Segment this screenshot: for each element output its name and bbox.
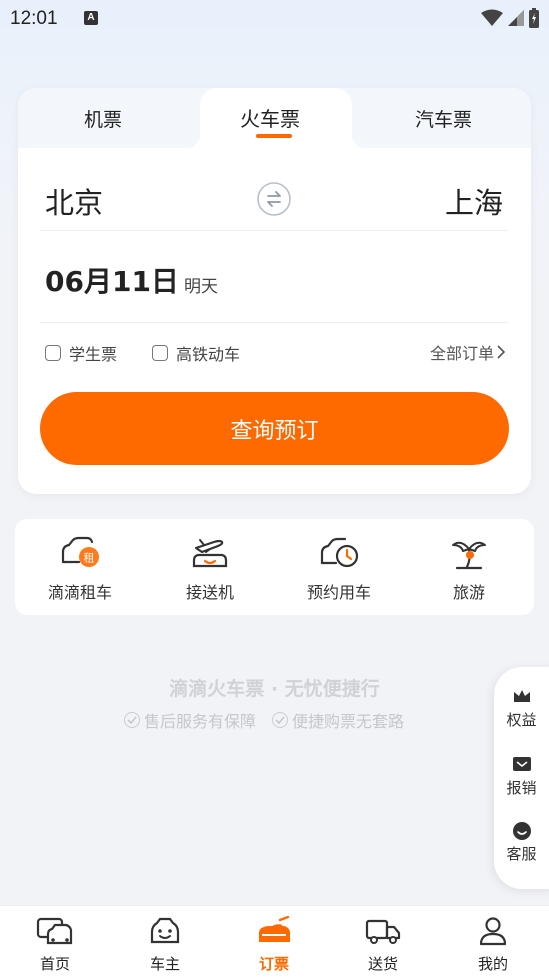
nav-label: 首页 <box>39 955 70 973</box>
benefits-button[interactable]: 权益 <box>494 687 549 730</box>
nav-delivery[interactable]: 送货 <box>343 914 423 974</box>
train-ticket-icon <box>259 916 290 942</box>
customer-service-label: 客服 <box>506 845 537 863</box>
slogan-title: 滴滴火车票 · 无忧便捷行 <box>169 678 380 700</box>
tab-flights[interactable]: 机票 <box>84 105 122 132</box>
date-hint: 明天 <box>184 277 218 297</box>
divider <box>40 322 508 323</box>
service-label: 接送机 <box>185 583 234 602</box>
service-car-rental[interactable]: 租 滴滴租车 <box>20 533 140 603</box>
crown-icon <box>513 690 530 702</box>
check-circle-icon <box>124 712 140 728</box>
bottom-navigation: 首页 车主 订票 送货 我的 <box>0 905 549 977</box>
nav-home[interactable]: 首页 <box>15 914 95 974</box>
check-circle-icon <box>272 712 289 728</box>
nav-label: 送货 <box>367 955 398 973</box>
service-label: 滴滴租车 <box>47 583 112 602</box>
driver-icon <box>150 917 180 944</box>
tab-train-tickets[interactable]: 火车票 <box>240 103 300 132</box>
swap-icon <box>257 182 291 216</box>
departure-date[interactable]: 06月11日 <box>45 260 179 300</box>
student-ticket-label: 学生票 <box>69 345 118 364</box>
services-panel: 租 滴滴租车 接送机 预约用车 旅游 <box>15 519 534 615</box>
status-time: 12:01 <box>10 8 58 29</box>
delivery-truck-icon <box>365 919 401 944</box>
feature-item: 售后服务有保障 <box>124 708 256 732</box>
high-speed-train-label: 高铁动车 <box>176 345 241 364</box>
chevron-right-icon <box>497 345 505 359</box>
status-bar: 12:01 A <box>0 0 549 38</box>
booking-card: 机票 火车票 汽车票 北京 上海 06月11日 明天 学生票 高铁动车 全部订单… <box>18 88 531 494</box>
benefits-label: 权益 <box>506 711 537 729</box>
nav-profile[interactable]: 我的 <box>453 914 533 974</box>
travel-icon <box>452 541 486 570</box>
departure-city[interactable]: 北京 <box>45 180 103 222</box>
feature-list: 售后服务有保障 便捷购票无套路 <box>124 708 404 732</box>
feature-item: 便捷购票无套路 <box>272 708 404 732</box>
nav-label: 订票 <box>258 955 289 973</box>
all-orders-label: 全部订单 <box>429 344 494 363</box>
checkbox-box <box>152 345 168 361</box>
customer-service-button[interactable]: 客服 <box>494 821 549 864</box>
service-airport-transfer[interactable]: 接送机 <box>150 533 270 603</box>
nav-label: 车主 <box>149 955 180 973</box>
divider <box>40 230 508 231</box>
notification-a-icon: A <box>84 11 98 25</box>
reimburse-label: 报销 <box>506 779 537 797</box>
arrival-city[interactable]: 上海 <box>445 180 503 222</box>
scheduled-ride-icon <box>320 537 359 568</box>
service-scheduled-ride[interactable]: 预约用车 <box>279 533 399 603</box>
tab-active-indicator <box>256 134 292 138</box>
feature-text: 售后服务有保障 <box>144 712 257 731</box>
profile-icon <box>479 917 507 946</box>
signal-icon <box>508 10 524 26</box>
service-travel[interactable]: 旅游 <box>409 533 529 603</box>
floating-side-panel: 权益 报销 客服 <box>494 667 549 889</box>
airport-transfer-icon <box>192 539 228 568</box>
all-orders-link[interactable]: 全部订单 <box>430 340 505 364</box>
tab-bus-tickets[interactable]: 汽车票 <box>415 105 472 132</box>
swap-cities-button[interactable] <box>256 181 292 217</box>
customer-service-icon <box>512 822 531 840</box>
nav-driver[interactable]: 车主 <box>125 914 205 974</box>
feature-text: 便捷购票无套路 <box>292 712 405 731</box>
service-label: 旅游 <box>452 583 485 602</box>
nav-label: 我的 <box>477 955 508 973</box>
svg-text:租: 租 <box>84 552 95 565</box>
high-speed-train-checkbox[interactable]: 高铁动车 <box>152 341 240 365</box>
home-icon <box>36 917 73 945</box>
checkbox-box <box>45 345 61 361</box>
student-ticket-checkbox[interactable]: 学生票 <box>45 341 117 365</box>
battery-icon <box>529 8 539 28</box>
status-icons <box>481 8 539 28</box>
reimburse-icon <box>512 757 531 771</box>
wifi-icon <box>481 9 503 26</box>
service-label: 预约用车 <box>306 583 371 602</box>
reimburse-button[interactable]: 报销 <box>494 755 549 798</box>
car-rental-icon: 租 <box>61 536 99 567</box>
search-book-button[interactable]: 查询预订 <box>40 392 509 465</box>
nav-train-tickets[interactable]: 订票 <box>234 914 314 974</box>
